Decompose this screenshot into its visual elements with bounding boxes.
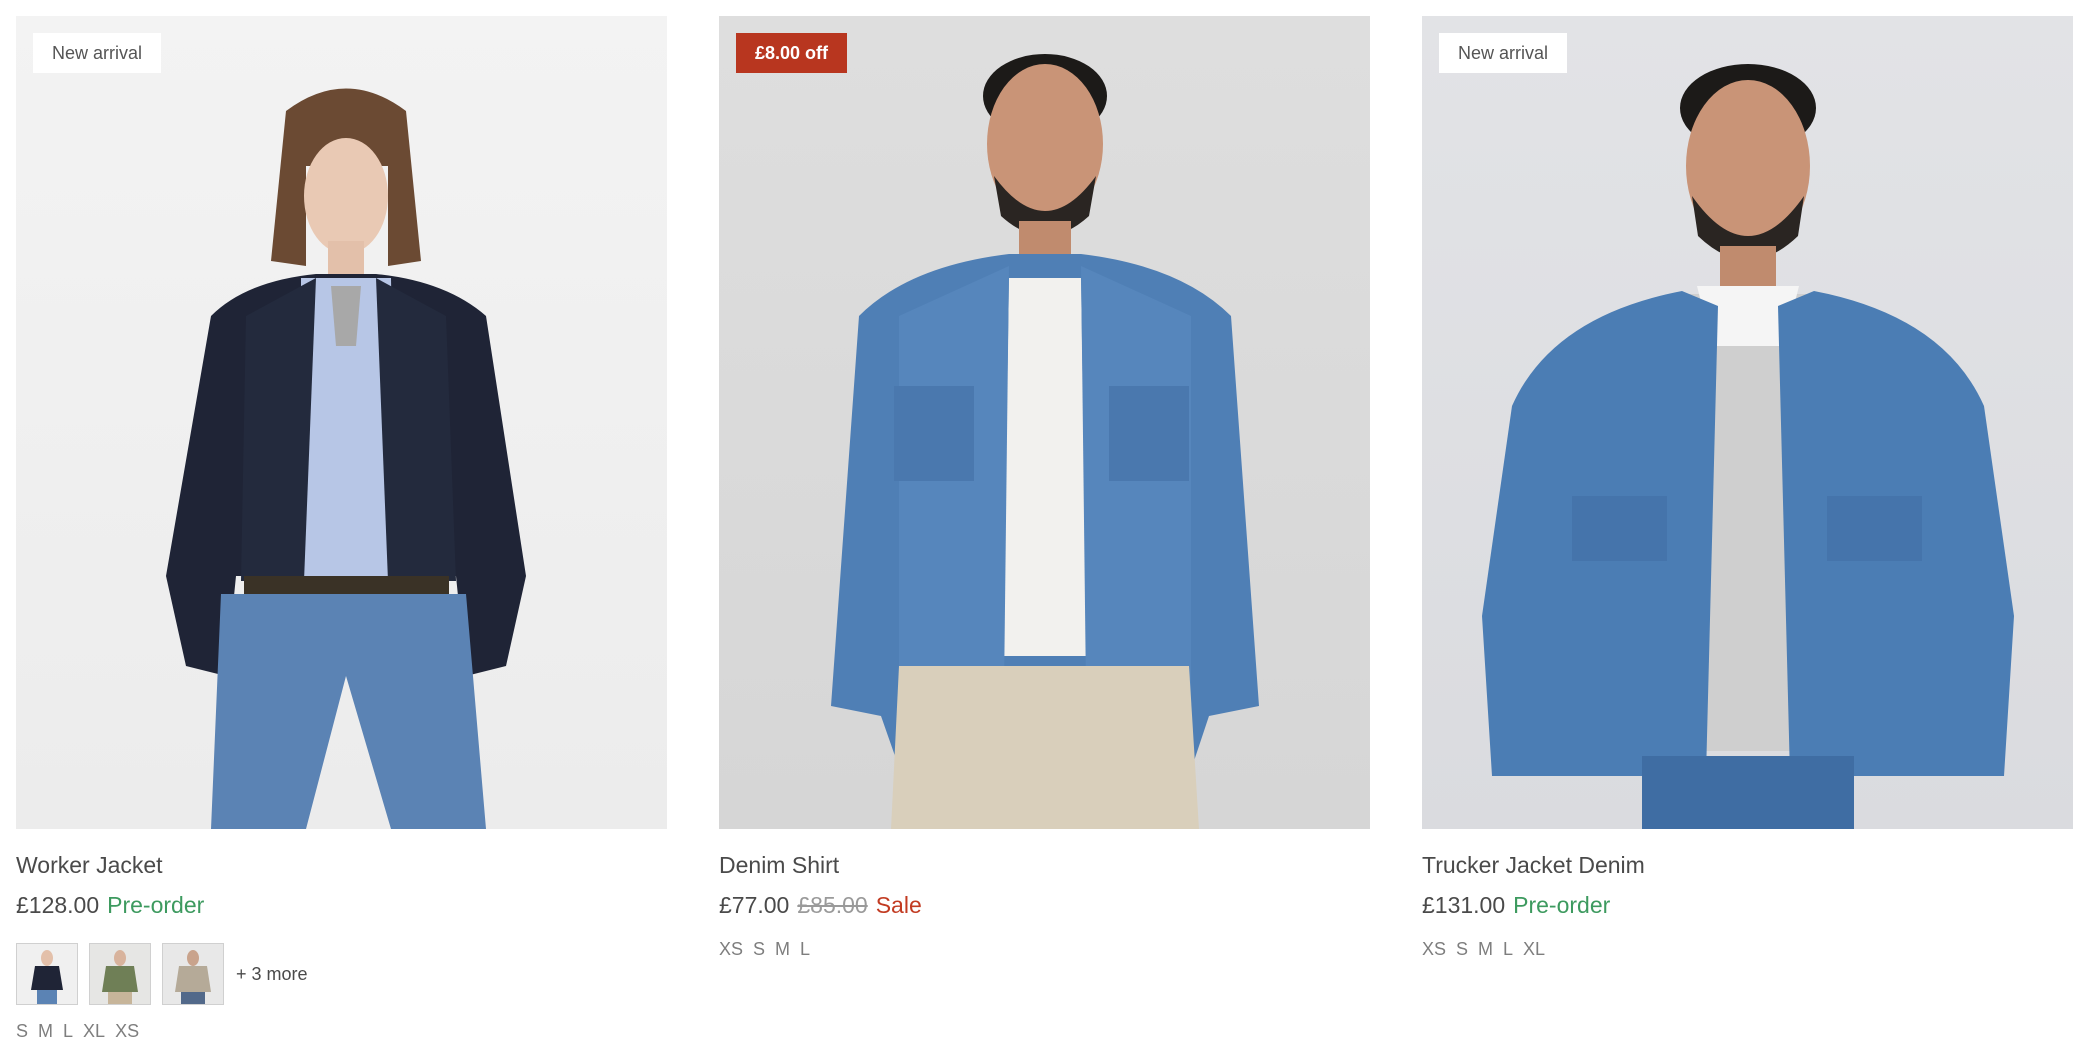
- size-option: L: [1503, 939, 1514, 959]
- swatch-navy-jacket[interactable]: [16, 943, 78, 1005]
- size-option: XS: [719, 939, 744, 959]
- size-option: S: [16, 1021, 29, 1041]
- product-card-trucker-jacket-denim[interactable]: New arrival Trucker Jacket Denim £131.00…: [1422, 16, 2073, 960]
- product-title[interactable]: Worker Jacket: [16, 851, 667, 879]
- size-list: XS S M L: [719, 939, 1370, 960]
- sale-label: Sale: [875, 892, 922, 918]
- product-price: £128.00: [16, 892, 100, 918]
- preorder-label: Pre-order: [107, 892, 205, 918]
- size-option: S: [753, 939, 766, 959]
- model-photo-denim-shirt: [831, 54, 1259, 829]
- product-title[interactable]: Trucker Jacket Denim: [1422, 851, 2073, 879]
- size-option: L: [800, 939, 811, 959]
- product-image[interactable]: New arrival: [16, 16, 667, 829]
- model-photo-trucker-jacket: [1482, 64, 2014, 829]
- price-row: £131.00 Pre-order: [1422, 891, 2073, 919]
- size-option: L: [63, 1021, 74, 1041]
- color-swatches: + 3 more: [16, 943, 667, 1005]
- swatch-olive-jacket[interactable]: [89, 943, 151, 1005]
- model-photo-worker-jacket: [166, 88, 526, 829]
- price-row: £128.00 Pre-order: [16, 891, 667, 919]
- more-colors-link[interactable]: + 3 more: [236, 964, 308, 985]
- preorder-label: Pre-order: [1513, 892, 1611, 918]
- size-list: S M L XL XS: [16, 1021, 667, 1042]
- size-option: XL: [1523, 939, 1546, 959]
- product-image[interactable]: £8.00 off: [719, 16, 1370, 829]
- size-list: XS S M L XL: [1422, 939, 2073, 960]
- size-option: XL: [83, 1021, 106, 1041]
- product-image[interactable]: New arrival: [1422, 16, 2073, 829]
- product-price: £77.00: [719, 892, 790, 918]
- size-option: M: [38, 1021, 54, 1041]
- size-option: S: [1456, 939, 1469, 959]
- discount-badge: £8.00 off: [736, 33, 848, 73]
- new-arrival-badge: New arrival: [33, 33, 162, 73]
- size-option: M: [1478, 939, 1494, 959]
- size-option: M: [775, 939, 791, 959]
- new-arrival-badge: New arrival: [1439, 33, 1568, 73]
- price-row: £77.00 £85.00 Sale: [719, 891, 1370, 919]
- swatch-beige-jacket[interactable]: [162, 943, 224, 1005]
- compare-at-price: £85.00: [797, 892, 868, 918]
- product-price: £131.00: [1422, 892, 1506, 918]
- size-option: XS: [115, 1021, 140, 1041]
- product-card-denim-shirt[interactable]: £8.00 off Denim Shirt £77.00 £85.00 Sale X…: [719, 16, 1370, 960]
- product-title[interactable]: Denim Shirt: [719, 851, 1370, 879]
- product-card-worker-jacket[interactable]: New arrival Worker Jacket £128.00 Pre-ord…: [16, 16, 667, 1042]
- size-option: XS: [1422, 939, 1447, 959]
